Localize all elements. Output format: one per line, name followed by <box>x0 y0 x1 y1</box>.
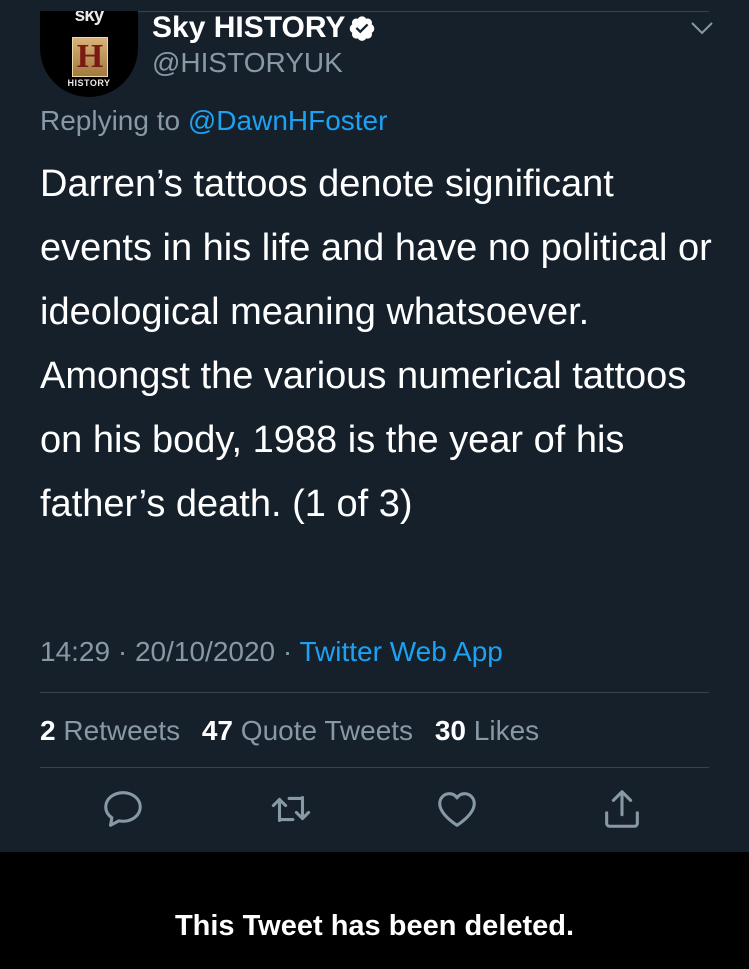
replying-to-label: Replying to <box>40 105 188 136</box>
replying-to: Replying to @DawnHFoster <box>40 104 387 138</box>
meta-separator: · <box>275 636 300 667</box>
tweet-text: Darren’s tattoos denote significant even… <box>40 163 712 525</box>
quotes-count: 47 <box>201 715 234 746</box>
avatar-history-logo: H <box>72 37 108 77</box>
reply-icon <box>104 791 142 827</box>
avatar[interactable]: sky H HISTORY <box>40 11 138 97</box>
account-handle[interactable]: @HISTORYUK <box>152 46 343 80</box>
like-icon <box>438 792 476 827</box>
likes-label: Likes <box>473 715 540 746</box>
likes-stat[interactable]: 30 Likes <box>435 715 539 746</box>
avatar-history-label: HISTORY <box>67 78 111 88</box>
replying-to-mention-link[interactable]: @DawnHFoster <box>188 105 388 136</box>
tweet-date[interactable]: 20/10/2020 <box>135 636 275 667</box>
likes-count: 30 <box>434 715 466 746</box>
meta-separator: · <box>110 636 135 667</box>
deleted-banner-text: This Tweet has been deleted. <box>174 910 575 942</box>
retweet-button[interactable] <box>268 786 314 832</box>
reply-button[interactable] <box>100 786 146 832</box>
retweets-label: Retweets <box>63 715 181 746</box>
tweet-source-link[interactable]: Twitter Web App <box>300 636 503 667</box>
stats-bottom-divider <box>40 767 709 768</box>
retweets-stat[interactable]: 2 Retweets <box>40 715 180 746</box>
quotes-stat[interactable]: 47 Quote Tweets <box>202 715 413 746</box>
tweet-metadata: 14:29 · 20/10/2020 · Twitter Web App <box>40 634 503 670</box>
share-icon <box>605 790 639 828</box>
avatar-sky-text: sky <box>74 11 105 26</box>
tweet-time[interactable]: 14:29 <box>40 636 110 667</box>
tweet-stats: 2 Retweets 47 Quote Tweets 30 Likes <box>40 713 539 749</box>
verified-badge-icon <box>349 16 375 41</box>
retweets-count: 2 <box>40 715 56 746</box>
retweet-icon <box>271 795 311 823</box>
stats-top-divider <box>40 692 709 693</box>
like-button[interactable] <box>434 786 480 832</box>
share-button[interactable] <box>599 786 645 832</box>
chevron-down-icon[interactable] <box>689 18 715 38</box>
quotes-label: Quote Tweets <box>240 715 414 746</box>
top-divider <box>40 11 709 12</box>
account-name[interactable]: Sky HISTORY <box>152 10 345 46</box>
